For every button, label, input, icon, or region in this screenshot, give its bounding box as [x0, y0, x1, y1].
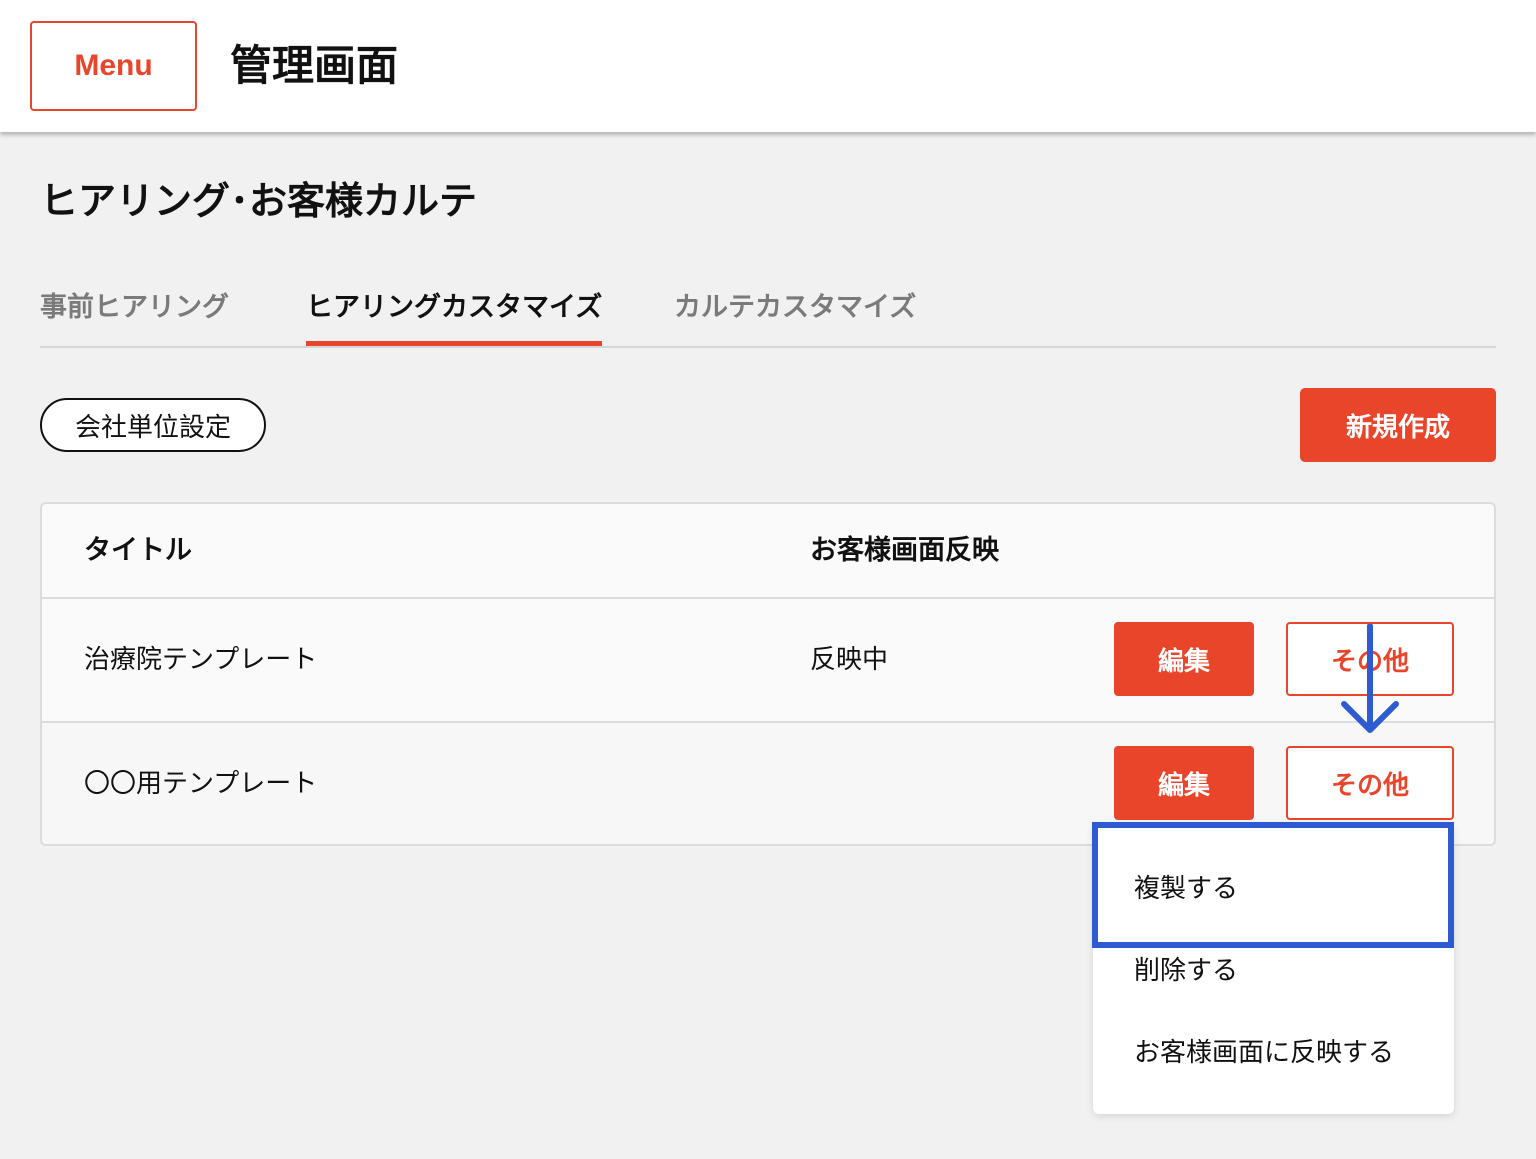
other-dropdown-menu: 複製する 削除する お客様画面に反映する	[1093, 824, 1454, 1114]
app-title: 管理画面	[230, 41, 399, 90]
edit-button[interactable]: 編集	[1114, 622, 1254, 696]
tab-bar: 事前ヒアリング ヒアリングカスタマイズ カルテカスタマイズ	[40, 270, 1496, 348]
menu-item-delete[interactable]: 削除する	[1134, 952, 1238, 990]
row-reflect-status: 反映中	[810, 645, 889, 675]
table-row: 治療院テンプレート 反映中 編集 その他	[42, 599, 1494, 723]
column-header-title: タイトル	[84, 535, 192, 566]
tab-hearing-customize[interactable]: ヒアリングカスタマイズ	[306, 288, 603, 346]
page-title: ヒアリング･お客様カルテ	[40, 179, 478, 223]
column-header-reflect: お客様画面反映	[810, 535, 999, 566]
edit-button[interactable]: 編集	[1114, 746, 1254, 820]
template-table: タイトル お客様画面反映 治療院テンプレート 反映中 編集 その他 〇〇用テンプ…	[40, 502, 1496, 846]
table-header: タイトル お客様画面反映	[42, 504, 1494, 599]
row-title: 治療院テンプレート	[84, 645, 318, 675]
menu-button[interactable]: Menu	[30, 21, 197, 111]
menu-item-duplicate[interactable]: 複製する	[1134, 870, 1238, 908]
tab-pre-hearing[interactable]: 事前ヒアリング	[40, 288, 229, 346]
new-create-button[interactable]: 新規作成	[1300, 388, 1496, 462]
other-button[interactable]: その他	[1286, 622, 1454, 696]
company-setting-button[interactable]: 会社単位設定	[40, 398, 266, 452]
other-button[interactable]: その他	[1286, 746, 1454, 820]
tab-karte-customize[interactable]: カルテカスタマイズ	[674, 288, 916, 346]
app-header: Menu 管理画面	[0, 0, 1536, 132]
row-title: 〇〇用テンプレート	[84, 769, 318, 799]
menu-item-reflect-to-customer[interactable]: お客様画面に反映する	[1134, 1034, 1394, 1072]
